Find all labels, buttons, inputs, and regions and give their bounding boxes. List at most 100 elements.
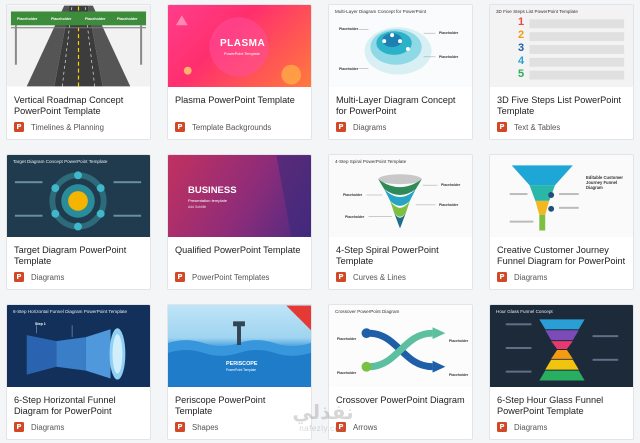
powerpoint-icon: P — [175, 272, 185, 282]
thumb-heading: Crossover PowerPoint Diagram — [335, 309, 400, 314]
card-title[interactable]: 3D Five Steps List PowerPoint Template — [490, 87, 633, 117]
placeholder-3: Placeholder — [339, 27, 359, 31]
card-category[interactable]: P Diagrams — [336, 122, 386, 132]
category-label: Diagrams — [514, 422, 548, 432]
placeholder-2: Placeholder — [439, 203, 459, 207]
card-title[interactable]: Plasma PowerPoint Template — [168, 87, 311, 117]
template-card-hour-glass[interactable]: Hour Glass Funnel Concept 6-Step Hour Gl… — [489, 304, 634, 440]
step-label: Step 1 — [35, 322, 46, 326]
sign-text-1: Placeholder — [17, 17, 38, 21]
thumbnail-3d-five-steps[interactable]: 3D Five Steps List PowerPoint Template 1… — [490, 5, 633, 87]
placeholder-4: Placeholder — [345, 215, 365, 219]
category-label: PowerPoint Templates — [192, 272, 270, 282]
card-title[interactable]: Vertical Roadmap Concept PowerPoint Temp… — [7, 87, 150, 117]
thumbnail-periscope[interactable]: PERISCOPE PowerPoint Template — [168, 305, 311, 387]
powerpoint-icon: P — [497, 122, 507, 132]
card-category[interactable]: P Shapes — [175, 422, 218, 432]
card-title[interactable]: Qualified PowerPoint Template — [168, 237, 311, 267]
thumb-heading: Multi-Layer Diagram Concept for PowerPoi… — [335, 9, 427, 14]
category-label: Diagrams — [514, 272, 548, 282]
business-heading: BUSINESS — [188, 185, 237, 196]
category-label: Diagrams — [353, 122, 387, 132]
template-card-target-diagram[interactable]: Target Diagram Concept PowerPoint Templa… — [6, 154, 151, 290]
card-category[interactable]: P Text & Tables — [497, 122, 560, 132]
periscope-illustration — [168, 305, 311, 387]
template-card-plasma[interactable]: PLASMA PowerPoint Template Plasma PowerP… — [167, 4, 312, 140]
template-card-spiral[interactable]: 4-Step Spiral PowerPoint Template Placeh… — [328, 154, 473, 290]
card-title[interactable]: 4-Step Spiral PowerPoint Template — [329, 237, 472, 267]
watermark-latin: nafezly.com — [299, 424, 347, 433]
template-card-customer-journey[interactable]: Editable Customer Journey Funnel Diagram… — [489, 154, 634, 290]
card-category[interactable]: P Diagrams — [14, 272, 64, 282]
category-label: Curves & Lines — [353, 272, 406, 282]
template-grid: Placeholder Placeholder Placeholder Plac… — [6, 4, 634, 440]
placeholder-2: Placeholder — [337, 371, 357, 375]
thumbnail-multi-layer[interactable]: Multi-Layer Diagram Concept for PowerPoi… — [329, 5, 472, 87]
business-subtitle: Add Subtitle — [188, 205, 207, 209]
step-number-3: 3 — [518, 42, 525, 54]
qualified-shapes — [276, 155, 311, 237]
template-card-vertical-roadmap[interactable]: Placeholder Placeholder Placeholder Plac… — [6, 4, 151, 140]
powerpoint-icon: P — [175, 422, 185, 432]
horizontal-funnel-illustration — [26, 325, 126, 380]
card-title[interactable]: Target Diagram PowerPoint Template — [7, 237, 150, 267]
step-number-1: 1 — [518, 16, 525, 28]
card-title[interactable]: 6-Step Horizontal Funnel Diagram for Pow… — [7, 387, 150, 417]
multi-layer-illustration — [358, 27, 436, 75]
thumbnail-horizontal-funnel[interactable]: 6-Step Horizontal Funnel Diagram PowerPo… — [7, 305, 150, 387]
powerpoint-icon: P — [497, 272, 507, 282]
powerpoint-icon: P — [14, 272, 24, 282]
card-category[interactable]: P Timelines & Planning — [14, 122, 104, 132]
thumb-heading: Hour Glass Funnel Concept — [496, 309, 553, 314]
thumb-heading: 3D Five Steps List PowerPoint Template — [496, 9, 578, 14]
template-card-3d-five-steps[interactable]: 3D Five Steps List PowerPoint Template 1… — [489, 4, 634, 140]
card-category[interactable]: P Diagrams — [14, 422, 64, 432]
template-card-multi-layer[interactable]: Multi-Layer Diagram Concept for PowerPoi… — [328, 4, 473, 140]
card-title[interactable]: 6-Step Hour Glass Funnel PowerPoint Temp… — [490, 387, 633, 417]
category-label: Diagrams — [31, 422, 65, 432]
card-category[interactable]: P Diagrams — [497, 272, 547, 282]
business-subheading: Presentation template — [188, 198, 227, 203]
sign-text-3: Placeholder — [85, 17, 106, 21]
sign-text-4: Placeholder — [117, 17, 138, 21]
card-title[interactable]: Multi-Layer Diagram Concept for PowerPoi… — [329, 87, 472, 117]
thumbnail-vertical-roadmap[interactable]: Placeholder Placeholder Placeholder Plac… — [7, 5, 150, 87]
card-category[interactable]: P Diagrams — [497, 422, 547, 432]
powerpoint-icon: P — [497, 422, 507, 432]
powerpoint-icon: P — [14, 422, 24, 432]
thumbnail-plasma[interactable]: PLASMA PowerPoint Template — [168, 5, 311, 87]
nafezly-watermark: نفذلي nafezly.com — [278, 400, 368, 440]
placeholder-4: Placeholder — [449, 373, 469, 377]
placeholder-2: Placeholder — [439, 55, 459, 59]
category-label: Text & Tables — [514, 122, 561, 132]
hour-glass-illustration — [505, 319, 619, 381]
step-number-5: 5 — [518, 68, 525, 80]
periscope-heading: PERISCOPE — [226, 361, 258, 367]
thumb-heading: Editable Customer Journey Funnel Diagram — [586, 175, 623, 190]
thumbnail-crossover[interactable]: Crossover PowerPoint Diagram Placeholder… — [329, 305, 472, 387]
placeholder-3: Placeholder — [343, 193, 363, 197]
card-title[interactable]: Creative Customer Journey Funnel Diagram… — [490, 237, 633, 267]
thumbnail-target-diagram[interactable]: Target Diagram Concept PowerPoint Templa… — [7, 155, 150, 237]
placeholder-1: Placeholder — [439, 31, 459, 35]
target-illustration — [14, 171, 142, 231]
thumbnail-customer-journey[interactable]: Editable Customer Journey Funnel Diagram — [490, 155, 633, 237]
category-label: Shapes — [192, 422, 219, 432]
sign-text-2: Placeholder — [51, 17, 72, 21]
powerpoint-icon: P — [175, 122, 185, 132]
category-label: Diagrams — [31, 272, 65, 282]
thumbnail-qualified[interactable]: BUSINESS Presentation template Add Subti… — [168, 155, 311, 237]
template-card-qualified[interactable]: BUSINESS Presentation template Add Subti… — [167, 154, 312, 290]
template-card-horizontal-funnel[interactable]: 6-Step Horizontal Funnel Diagram PowerPo… — [6, 304, 151, 440]
plasma-subheading: PowerPoint Template — [224, 52, 260, 56]
card-category[interactable]: P PowerPoint Templates — [175, 272, 269, 282]
periscope-subheading: PowerPoint Template — [226, 368, 257, 372]
placeholder-1: Placeholder — [337, 337, 357, 341]
watermark-arabic: نفذلي — [292, 400, 354, 424]
card-category[interactable]: P Curves & Lines — [336, 272, 406, 282]
step-number-2: 2 — [518, 29, 525, 41]
thumbnail-spiral[interactable]: 4-Step Spiral PowerPoint Template Placeh… — [329, 155, 472, 237]
thumbnail-hour-glass[interactable]: Hour Glass Funnel Concept — [490, 305, 633, 387]
card-category[interactable]: P Template Backgrounds — [175, 122, 271, 132]
thumb-heading: Target Diagram Concept PowerPoint Templa… — [13, 159, 108, 164]
